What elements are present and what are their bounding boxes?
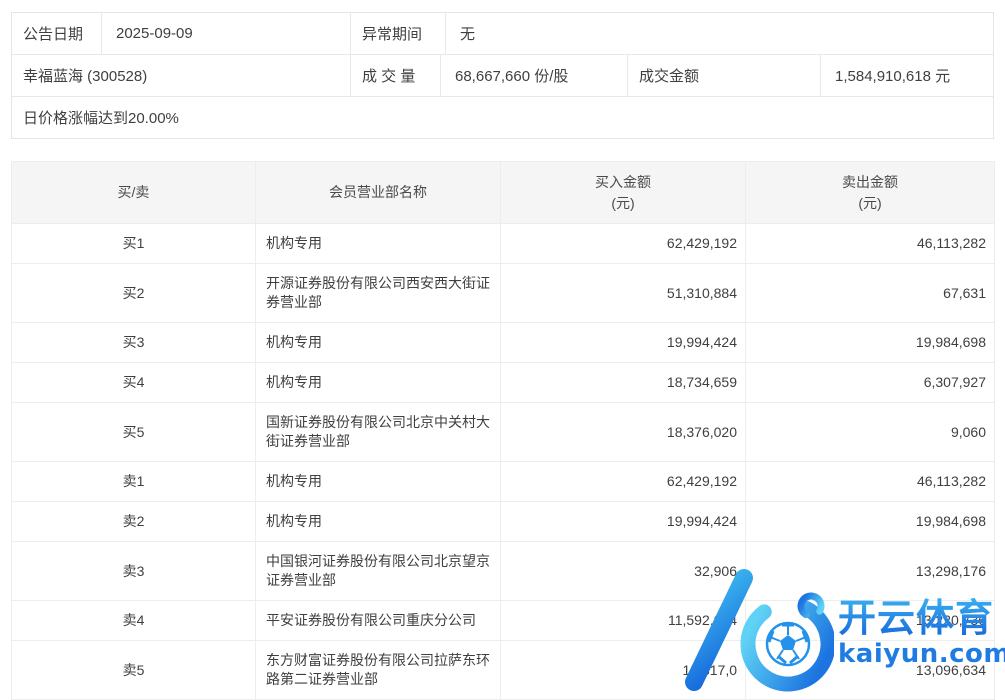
summary-panel: 公告日期 2025-09-09 异常期间 无 幸福蓝海 (300528) 成 交… xyxy=(11,12,994,139)
col-header-buy-label: 买入金额 xyxy=(507,172,739,193)
sell-amount-cell: 6,307,927 xyxy=(746,363,995,403)
price-change-note: 日价格涨幅达到20.00% xyxy=(12,97,993,138)
side-cell: 买4 xyxy=(12,363,256,403)
sell-amount-cell: 13,220,736 xyxy=(746,601,995,641)
table-row: 买5 国新证券股份有限公司北京中关村大街证券营业部 18,376,020 9,0… xyxy=(12,403,995,462)
volume-label: 成 交 量 xyxy=(351,55,441,96)
side-cell: 买5 xyxy=(12,403,256,462)
summary-row-3: 日价格涨幅达到20.00% xyxy=(12,97,993,138)
volume-value: 68,667,660 份/股 xyxy=(441,55,628,96)
abnormal-period-label: 异常期间 xyxy=(351,13,446,54)
summary-row-2: 幸福蓝海 (300528) 成 交 量 68,667,660 份/股 成交金额 … xyxy=(12,55,993,97)
dept-cell: 机构专用 xyxy=(256,323,501,363)
sell-amount-cell: 19,984,698 xyxy=(746,323,995,363)
table-body: 买1 机构专用 62,429,192 46,113,282 买2 开源证券股份有… xyxy=(12,224,995,700)
abnormal-period-value: 无 xyxy=(446,13,993,54)
table-row: 卖2 机构专用 19,994,424 19,984,698 xyxy=(12,502,995,542)
col-header-buy: 买入金额 (元) xyxy=(501,162,746,224)
sell-amount-cell: 67,631 xyxy=(746,264,995,323)
col-header-sell-label: 卖出金额 xyxy=(752,172,988,193)
side-cell: 买1 xyxy=(12,224,256,264)
sell-amount-cell: 13,096,634 xyxy=(746,641,995,700)
buy-amount-cell: 12,317,0 xyxy=(501,641,746,700)
buy-amount-cell: 62,429,192 xyxy=(501,224,746,264)
side-cell: 卖2 xyxy=(12,502,256,542)
turnover-value: 1,584,910,618 元 xyxy=(821,55,993,96)
side-cell: 卖1 xyxy=(12,462,256,502)
col-header-side: 买/卖 xyxy=(12,162,256,224)
sell-amount-cell: 46,113,282 xyxy=(746,462,995,502)
col-header-dept: 会员营业部名称 xyxy=(256,162,501,224)
announce-date-label: 公告日期 xyxy=(12,13,102,54)
buy-amount-cell: 62,429,192 xyxy=(501,462,746,502)
side-cell: 卖3 xyxy=(12,542,256,601)
buy-amount-cell: 32,906 xyxy=(501,542,746,601)
sell-amount-cell: 19,984,698 xyxy=(746,502,995,542)
buy-amount-cell: 19,994,424 xyxy=(501,502,746,542)
buy-amount-cell: 11,592,014 xyxy=(501,601,746,641)
table-row: 买3 机构专用 19,994,424 19,984,698 xyxy=(12,323,995,363)
buy-amount-cell: 19,994,424 xyxy=(501,323,746,363)
table-row: 买1 机构专用 62,429,192 46,113,282 xyxy=(12,224,995,264)
table-row: 买4 机构专用 18,734,659 6,307,927 xyxy=(12,363,995,403)
table-row: 卖1 机构专用 62,429,192 46,113,282 xyxy=(12,462,995,502)
dept-cell: 平安证券股份有限公司重庆分公司 xyxy=(256,601,501,641)
side-cell: 卖5 xyxy=(12,641,256,700)
table-row: 卖3 中国银河证券股份有限公司北京望京证券营业部 32,906 13,298,1… xyxy=(12,542,995,601)
dept-cell: 机构专用 xyxy=(256,502,501,542)
dept-cell: 开源证券股份有限公司西安西大街证券营业部 xyxy=(256,264,501,323)
sell-amount-cell: 46,113,282 xyxy=(746,224,995,264)
sell-amount-cell: 13,298,176 xyxy=(746,542,995,601)
side-cell: 卖4 xyxy=(12,601,256,641)
table-row: 买2 开源证券股份有限公司西安西大街证券营业部 51,310,884 67,63… xyxy=(12,264,995,323)
broker-table: 买/卖 会员营业部名称 买入金额 (元) 卖出金额 (元) 买1 机构专用 62… xyxy=(11,161,995,700)
dept-cell: 国新证券股份有限公司北京中关村大街证券营业部 xyxy=(256,403,501,462)
turnover-label: 成交金额 xyxy=(628,55,821,96)
table-header-row: 买/卖 会员营业部名称 买入金额 (元) 卖出金额 (元) xyxy=(12,162,995,224)
table-row: 卖5 东方财富证券股份有限公司拉萨东环路第二证券营业部 12,317,0 13,… xyxy=(12,641,995,700)
dept-cell: 机构专用 xyxy=(256,363,501,403)
dept-cell: 机构专用 xyxy=(256,462,501,502)
col-header-sell-unit: (元) xyxy=(752,193,988,214)
col-header-sell: 卖出金额 (元) xyxy=(746,162,995,224)
dept-cell: 中国银河证券股份有限公司北京望京证券营业部 xyxy=(256,542,501,601)
buy-amount-cell: 51,310,884 xyxy=(501,264,746,323)
col-header-buy-unit: (元) xyxy=(507,193,739,214)
buy-amount-cell: 18,376,020 xyxy=(501,403,746,462)
announce-date-value: 2025-09-09 xyxy=(102,13,351,54)
dept-cell: 东方财富证券股份有限公司拉萨东环路第二证券营业部 xyxy=(256,641,501,700)
dept-cell: 机构专用 xyxy=(256,224,501,264)
summary-row-1: 公告日期 2025-09-09 异常期间 无 xyxy=(12,13,993,55)
buy-amount-cell: 18,734,659 xyxy=(501,363,746,403)
sell-amount-cell: 9,060 xyxy=(746,403,995,462)
side-cell: 买3 xyxy=(12,323,256,363)
side-cell: 买2 xyxy=(12,264,256,323)
stock-name: 幸福蓝海 (300528) xyxy=(12,55,351,96)
table-row: 卖4 平安证券股份有限公司重庆分公司 11,592,014 13,220,736 xyxy=(12,601,995,641)
